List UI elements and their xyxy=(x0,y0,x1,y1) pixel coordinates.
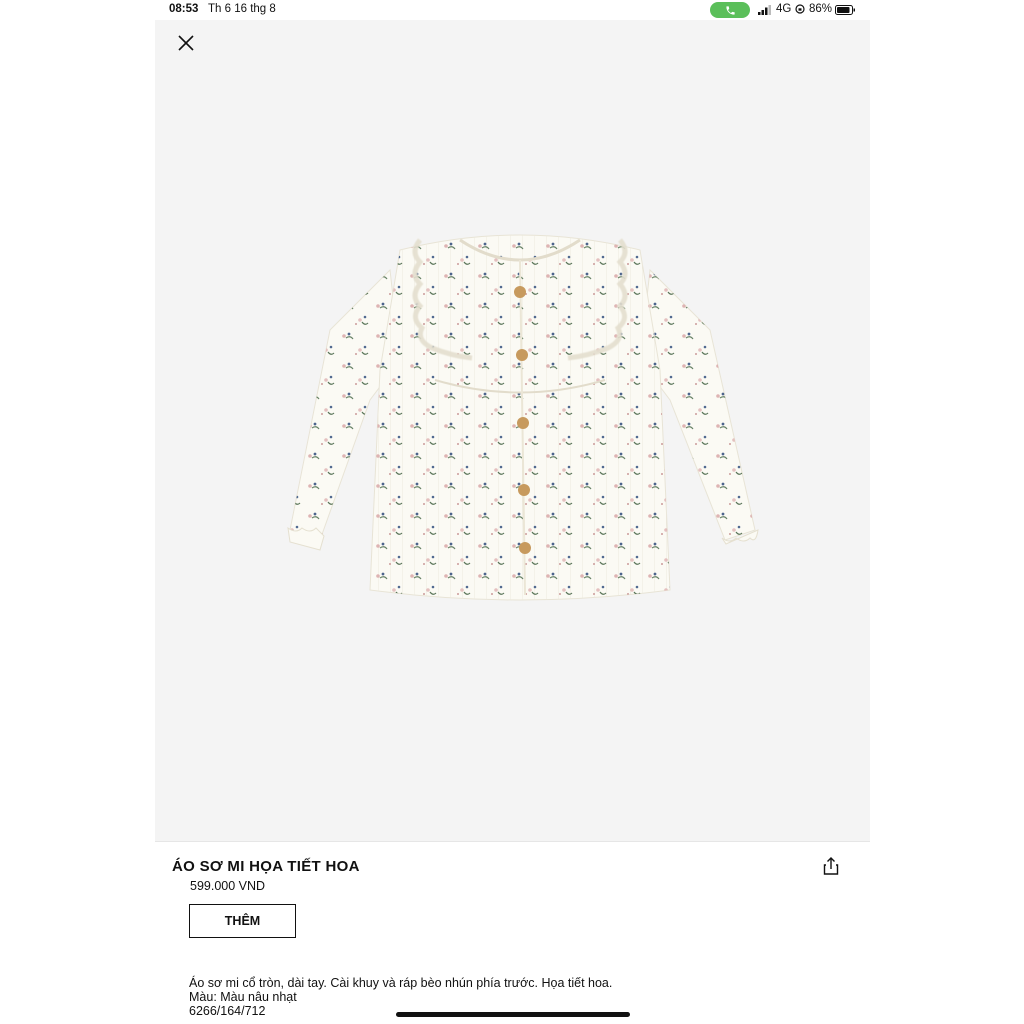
battery-icon xyxy=(835,5,855,15)
description-text: Áo sơ mi cổ tròn, dài tay. Cài khuy và r… xyxy=(189,976,613,990)
active-call-pill[interactable] xyxy=(710,2,750,18)
add-to-cart-button[interactable]: THÊM xyxy=(189,904,296,938)
close-icon[interactable] xyxy=(177,34,195,52)
product-image-area xyxy=(155,20,870,842)
status-time: 08:53 xyxy=(169,3,199,15)
status-bar: 08:53 Th 6 16 thg 8 4G 86% xyxy=(0,0,1024,20)
product-price: 599.000 VND xyxy=(190,879,266,893)
product-title: ÁO SƠ MI HỌA TIẾT HOA xyxy=(172,858,360,875)
description-color: Màu: Màu nâu nhạt xyxy=(189,990,297,1004)
battery-percent: 86% xyxy=(809,3,833,15)
rotation-lock-icon xyxy=(795,4,805,14)
status-date: Th 6 16 thg 8 xyxy=(208,3,276,15)
signal-icon xyxy=(758,5,771,15)
floral-blouse-photo xyxy=(287,234,759,601)
home-indicator[interactable] xyxy=(396,1012,630,1017)
network-type: 4G xyxy=(776,3,792,15)
share-icon[interactable] xyxy=(822,856,840,876)
phone-icon xyxy=(725,5,735,15)
product-detail-panel: ÁO SƠ MI HỌA TIẾT HOA 599.000 VND THÊM Á… xyxy=(155,20,870,1024)
